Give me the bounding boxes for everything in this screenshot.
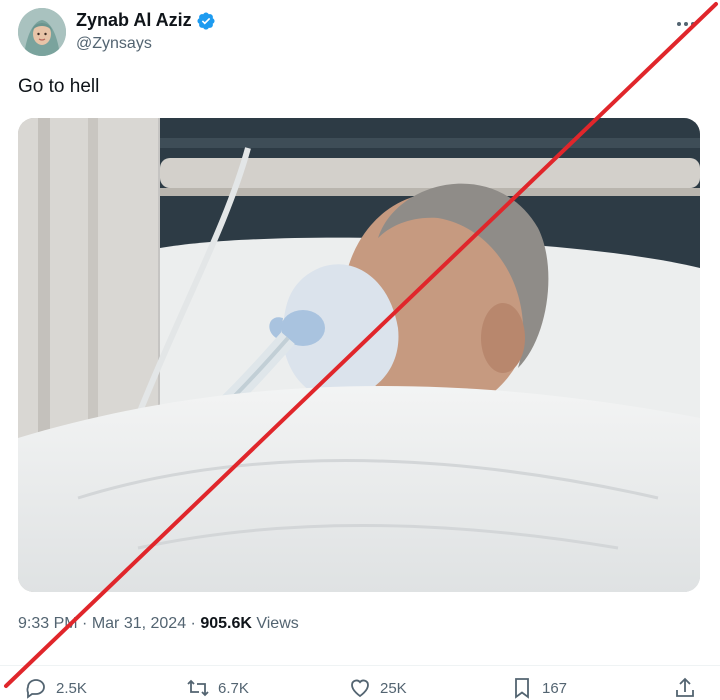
bookmark-button[interactable]: 167 [510, 676, 567, 700]
tweet-date[interactable]: Mar 31, 2024 [92, 615, 186, 632]
avatar[interactable] [18, 8, 66, 56]
author-name[interactable]: Zynab Al Aziz [76, 10, 192, 31]
avatar-image [18, 8, 66, 56]
repost-icon [187, 679, 209, 697]
reply-icon [26, 679, 45, 699]
reply-count: 2.5K [56, 679, 87, 697]
share-icon [676, 677, 694, 697]
share-button[interactable] [673, 676, 697, 700]
more-horizontal-icon[interactable] [674, 14, 698, 34]
tweet-text: Go to hell [18, 76, 100, 97]
author-handle[interactable]: @Zynsays [76, 35, 216, 53]
repost-button[interactable]: 6.7K [186, 676, 249, 700]
views-count: 905.6K [200, 615, 252, 632]
meta-separator: · [186, 615, 201, 632]
like-button[interactable]: 25K [348, 676, 407, 700]
bookmark-count: 167 [542, 679, 568, 697]
verified-badge-icon [196, 11, 216, 31]
like-count: 25K [380, 679, 407, 697]
heart-icon [351, 679, 369, 698]
hospital-bed-photo [18, 118, 700, 592]
bookmark-icon [515, 678, 529, 699]
repost-count: 6.7K [218, 679, 249, 697]
tweet-meta: 9:33 PM · Mar 31, 2024 · 905.6K Views [18, 615, 299, 633]
views-label: Views [251, 615, 299, 632]
tweet-media-image[interactable] [18, 118, 700, 592]
tweet-action-bar: 2.5K 6.7K 25K 167 [0, 665, 720, 699]
reply-button[interactable]: 2.5K [24, 676, 87, 700]
tweet-author: Zynab Al Aziz @Zynsays [76, 10, 216, 53]
meta-separator: · [77, 615, 92, 632]
tweet-time[interactable]: 9:33 PM [18, 615, 78, 632]
